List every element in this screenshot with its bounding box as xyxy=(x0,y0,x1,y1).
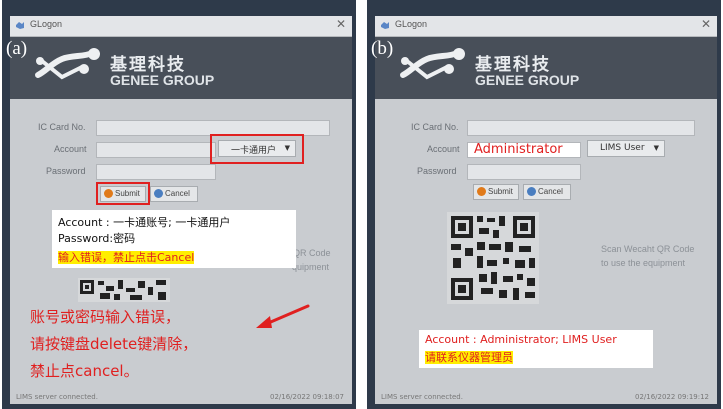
genee-logo-icon xyxy=(35,48,100,80)
brand-name-en: GENEE GROUP xyxy=(110,72,215,88)
big-warning-line-2: 请按键盘delete键清除， xyxy=(30,335,198,353)
password-input[interactable] xyxy=(467,164,581,180)
photo-panel-b: GLogon ✕ 基理科技 GENEE GROUP IC Card No. Ac… xyxy=(367,0,721,409)
submit-label: Submit xyxy=(488,187,513,196)
account-label: Account xyxy=(54,144,87,154)
qr-text-line-1: Scan Wecaht QR Code xyxy=(601,244,695,254)
annotation-note-a: Account : 一卡通账号; 一卡通用户 Password:密码 输入错误，… xyxy=(52,210,296,268)
ic-card-label: IC Card No. xyxy=(38,122,86,132)
close-icon[interactable]: ✕ xyxy=(701,17,711,31)
account-value: Administrator xyxy=(474,142,563,157)
title-bar: GLogon ✕ xyxy=(375,16,717,37)
big-warning-line-3: 禁止点cancel。 xyxy=(30,362,139,380)
close-icon[interactable]: ✕ xyxy=(336,17,346,31)
account-label: Account xyxy=(427,144,460,154)
big-warning-text: 账号或密码输入错误， 请按键盘delete键清除， 禁止点cancel。 xyxy=(30,304,197,385)
status-text: LIMS server connected. xyxy=(381,393,463,401)
note-warning: 输入错误，禁止点击Cancel xyxy=(58,251,195,264)
cancel-label: Cancel xyxy=(538,187,563,196)
panel-label-a: (a) xyxy=(6,38,28,59)
account-input[interactable] xyxy=(96,142,216,158)
photo-panel-a: GLogon ✕ 基理科技 GENEE GROUP IC Card No. Ac… xyxy=(2,0,356,409)
password-label: Password xyxy=(417,166,457,176)
account-input[interactable]: Administrator xyxy=(467,142,581,158)
user-type-select[interactable]: LIMS User ▼ xyxy=(587,140,665,157)
qr-code xyxy=(447,212,539,304)
status-timestamp: 02/16/2022 09:19:12 xyxy=(634,393,709,401)
status-timestamp: 02/16/2022 09:18:07 xyxy=(269,393,344,401)
password-label: Password xyxy=(46,166,86,176)
big-warning-line-1: 账号或密码输入错误， xyxy=(30,308,181,326)
cancel-button[interactable]: Cancel xyxy=(150,186,198,202)
qr-text-fragment-2: quipment xyxy=(292,262,330,272)
qr-text-line-2: to use the equipment xyxy=(601,258,686,268)
app-icon xyxy=(381,22,389,29)
note-contact-admin: 请联系仪器管理员 xyxy=(425,351,513,364)
panel-label-b: (b) xyxy=(371,38,394,59)
cancel-icon xyxy=(527,187,536,196)
qr-code-partial xyxy=(78,278,170,302)
brand-header: 基理科技 GENEE GROUP xyxy=(10,37,352,99)
status-bar: LIMS server connected. 02/16/2022 09:19:… xyxy=(375,388,717,404)
user-type-value: LIMS User xyxy=(600,143,645,153)
status-bar: LIMS server connected. 02/16/2022 09:18:… xyxy=(10,388,352,404)
window-title: GLogon xyxy=(395,19,428,29)
ic-card-label: IC Card No. xyxy=(411,122,459,132)
brand-name-en: GENEE GROUP xyxy=(475,72,580,88)
note-account-b: Account : Administrator; LIMS User xyxy=(425,333,617,346)
highlight-box-user-type xyxy=(210,134,304,164)
cancel-label: Cancel xyxy=(165,189,190,198)
genee-logo-icon xyxy=(400,48,465,80)
brand-header: 基理科技 GENEE GROUP xyxy=(375,37,717,99)
submit-button[interactable]: Submit xyxy=(473,184,519,200)
title-bar: GLogon ✕ xyxy=(10,16,352,37)
status-text: LIMS server connected. xyxy=(16,393,98,401)
password-input[interactable] xyxy=(96,164,216,180)
note-password: Password:密码 xyxy=(58,232,136,245)
highlight-box-submit xyxy=(96,182,150,205)
red-arrow-icon xyxy=(256,304,310,328)
chevron-down-icon: ▼ xyxy=(653,144,659,152)
window-title: GLogon xyxy=(30,19,63,29)
ic-card-input[interactable] xyxy=(467,120,695,136)
app-icon xyxy=(16,22,24,29)
annotation-note-b: Account : Administrator; LIMS User 请联系仪器… xyxy=(419,330,653,368)
submit-icon xyxy=(477,187,486,196)
cancel-button[interactable]: Cancel xyxy=(523,184,571,200)
cancel-icon xyxy=(154,189,163,198)
note-account: Account : 一卡通账号; 一卡通用户 xyxy=(58,216,231,229)
